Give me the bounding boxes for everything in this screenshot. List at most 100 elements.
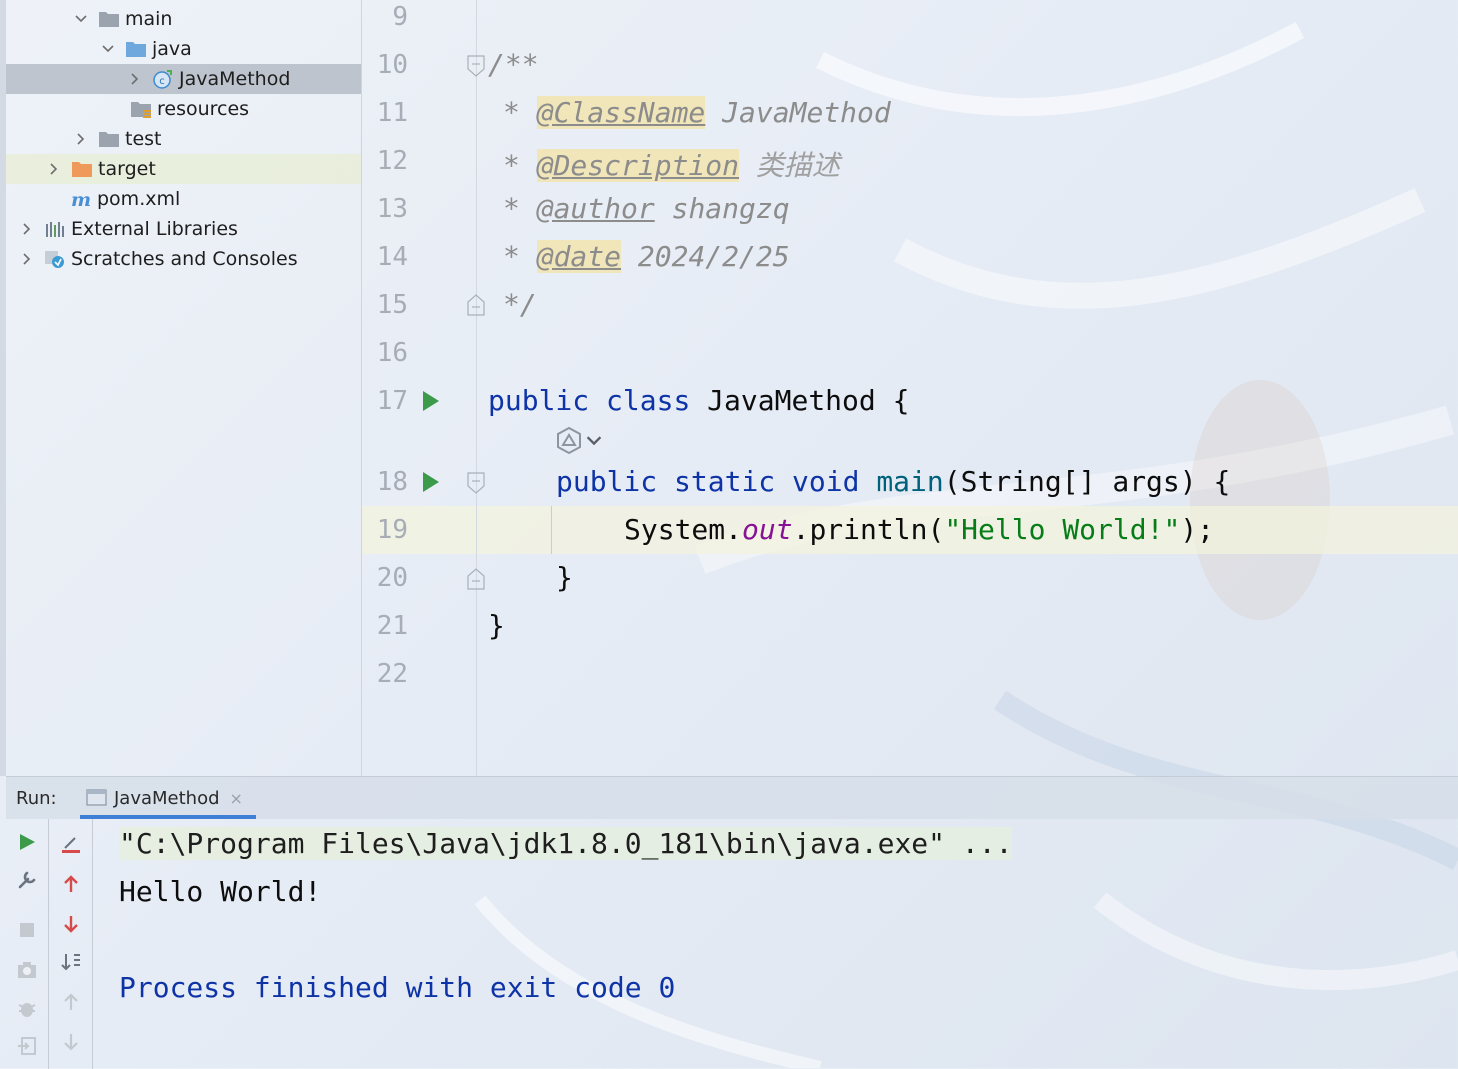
- statement-end: );: [1180, 513, 1215, 546]
- brace: {: [1213, 465, 1231, 498]
- code-line-11: * @ClassName JavaMethod: [503, 96, 891, 129]
- stop-button[interactable]: [14, 917, 40, 943]
- tree-item-resources[interactable]: resources: [6, 94, 361, 124]
- system-ref: System.: [624, 513, 743, 546]
- svg-text:m: m: [71, 189, 91, 209]
- next-occurrence-button[interactable]: [58, 1029, 84, 1055]
- previous-occurrence-button[interactable]: [58, 989, 84, 1015]
- debug-button[interactable]: [14, 995, 40, 1021]
- code-line-14: * @date 2024/2/25: [503, 240, 790, 273]
- project-tool-window: main java c JavaMethod resources test ta…: [0, 0, 361, 776]
- code-line-10: /**: [488, 48, 539, 81]
- settings-button[interactable]: [14, 867, 40, 893]
- active-tab-indicator: [80, 815, 256, 819]
- scroll-down-button[interactable]: [58, 911, 84, 937]
- close-icon[interactable]: ×: [230, 789, 243, 808]
- code-line-15: */: [503, 288, 537, 321]
- chevron-down-icon[interactable]: [72, 10, 90, 28]
- excluded-folder-icon: [71, 159, 93, 179]
- tree-item-pom[interactable]: m pom.xml: [6, 184, 361, 214]
- line-number: 14: [376, 242, 408, 272]
- tree-item-java[interactable]: java: [6, 34, 361, 64]
- keyword: static: [674, 465, 776, 498]
- ai-assistant-icon: [557, 426, 581, 455]
- svg-text:c: c: [159, 76, 165, 87]
- keyword: class: [606, 384, 691, 417]
- doc-star: *: [503, 192, 520, 225]
- line-number: 16: [376, 338, 408, 368]
- wrench-icon: [18, 871, 36, 889]
- field-out: out: [742, 513, 793, 546]
- fold-close-icon[interactable]: [467, 294, 485, 316]
- tree-item-label: Scratches and Consoles: [71, 248, 298, 270]
- scroll-up-button[interactable]: [58, 871, 84, 897]
- clear-console-button[interactable]: [58, 831, 84, 857]
- exit-icon: [18, 1037, 36, 1055]
- line-number: 10: [376, 50, 408, 80]
- line-number: 18: [376, 467, 408, 497]
- tree-item-javamethod[interactable]: c JavaMethod: [6, 64, 361, 94]
- line-number: 15: [376, 290, 408, 320]
- doc-comment-open: /**: [488, 48, 539, 81]
- line-number: 13: [376, 194, 408, 224]
- chevron-right-icon[interactable]: [126, 70, 144, 88]
- doc-value: JavaMethod: [722, 96, 891, 129]
- run-class-icon[interactable]: [421, 389, 441, 413]
- class-name: JavaMethod: [707, 384, 876, 417]
- tree-item-scratches[interactable]: Scratches and Consoles: [6, 244, 361, 274]
- inlay-hint[interactable]: [553, 425, 609, 457]
- line-number: 21: [376, 611, 408, 641]
- chevron-right-icon[interactable]: [18, 220, 36, 238]
- keyword: public: [488, 384, 590, 417]
- brace: }: [488, 609, 505, 642]
- code-line-19[interactable]: System.out.println("Hello World!");: [624, 513, 1214, 546]
- run-tab-javamethod[interactable]: JavaMethod ×: [80, 777, 256, 819]
- chevron-down-icon: [586, 436, 602, 446]
- method-name: main: [876, 465, 944, 498]
- code-line-20: }: [556, 561, 573, 594]
- tree-item-main[interactable]: main: [6, 4, 361, 34]
- brace: {: [892, 384, 910, 417]
- doc-comment-close: */: [503, 288, 537, 321]
- toolbar-separator: [48, 819, 49, 1069]
- chevron-right-icon[interactable]: [45, 160, 63, 178]
- tree-item-target[interactable]: target: [6, 154, 361, 184]
- arrow-down-icon: [64, 1034, 78, 1051]
- tree-item-external-libraries[interactable]: External Libraries: [6, 214, 361, 244]
- doc-star: *: [503, 149, 520, 182]
- rerun-button[interactable]: [14, 829, 40, 855]
- camera-icon: [18, 962, 36, 978]
- code-line-12: * @Description 类描述: [503, 144, 840, 184]
- doc-tag-description: @Description: [536, 149, 740, 182]
- line-number: 9: [392, 2, 408, 32]
- exit-button[interactable]: [14, 1033, 40, 1059]
- tree-item-test[interactable]: test: [6, 124, 361, 154]
- fold-open-icon[interactable]: [467, 472, 485, 494]
- chevron-down-icon[interactable]: [99, 40, 117, 58]
- java-class-icon: c: [152, 69, 174, 89]
- maven-icon: m: [70, 189, 92, 209]
- arrow-down-icon: [64, 916, 78, 933]
- doc-tag-author: @author: [536, 192, 655, 225]
- tree-item-label: target: [98, 158, 156, 180]
- dump-threads-button[interactable]: [14, 957, 40, 983]
- doc-star: *: [503, 240, 520, 273]
- code-line-21: }: [488, 609, 505, 642]
- clear-icon: [62, 837, 80, 853]
- fold-open-icon[interactable]: [467, 55, 485, 77]
- arrow-up-icon: [64, 993, 78, 1010]
- source-folder-icon: [125, 39, 147, 59]
- tree-item-label: main: [125, 8, 173, 30]
- line-number: 20: [376, 563, 408, 593]
- chevron-right-icon[interactable]: [72, 130, 90, 148]
- line-number: 17: [376, 386, 408, 416]
- fold-gutter-line: [476, 0, 477, 776]
- code-line-13: * @author shangzq: [503, 192, 790, 225]
- console-output-line: Hello World!: [119, 875, 322, 908]
- run-main-icon[interactable]: [421, 470, 441, 494]
- tree-item-label: JavaMethod: [179, 68, 291, 90]
- chevron-right-icon[interactable]: [18, 250, 36, 268]
- scroll-to-end-button[interactable]: [58, 949, 84, 975]
- fold-close-icon[interactable]: [467, 568, 485, 590]
- console-icon: [86, 789, 107, 806]
